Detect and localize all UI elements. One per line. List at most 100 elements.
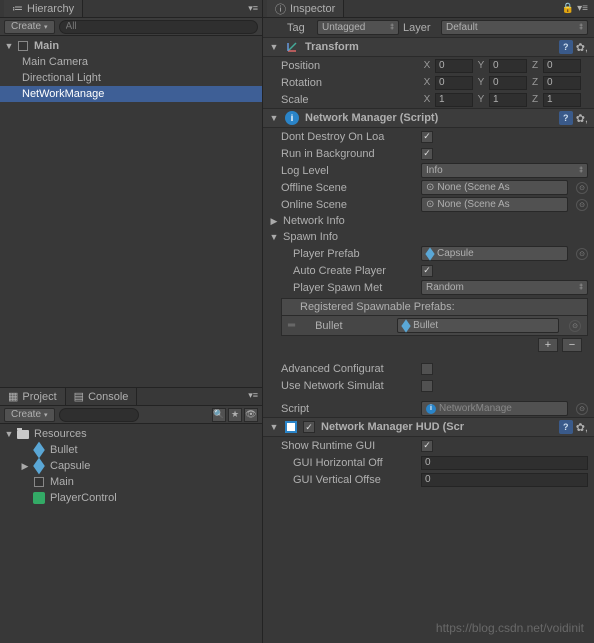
rotation-y-input[interactable]: [489, 76, 527, 90]
gear-icon[interactable]: ✿,: [576, 112, 588, 125]
network-hud-header[interactable]: ▼ ✓ Network Manager HUD (Scr ? ✿,: [263, 417, 594, 437]
online-scene-field[interactable]: ⊙None (Scene As: [421, 197, 568, 212]
help-icon[interactable]: ?: [559, 111, 573, 125]
project-folder-row[interactable]: ▼ Resources: [0, 426, 262, 442]
project-search-input[interactable]: [59, 408, 139, 422]
hierarchy-item[interactable]: Directional Light: [0, 70, 262, 86]
gui-h-offset-input[interactable]: [421, 456, 588, 470]
tag-label: Tag: [287, 22, 313, 34]
help-icon[interactable]: ?: [559, 40, 573, 54]
help-icon[interactable]: ?: [559, 420, 573, 434]
filter-icon[interactable]: 🔍: [212, 408, 226, 422]
create-button[interactable]: Create ▾: [4, 20, 55, 34]
spawn-method-dropdown[interactable]: Random‡: [421, 280, 588, 295]
create-button[interactable]: Create ▾: [4, 408, 55, 422]
gear-icon[interactable]: ✿,: [576, 41, 588, 54]
hierarchy-scene-row[interactable]: ▼ Main: [0, 38, 262, 54]
network-manager-header[interactable]: ▼ i Network Manager (Script) ? ✿,: [263, 108, 594, 128]
foldout-icon[interactable]: ▶: [269, 216, 279, 227]
inspector-icon: ⓘ: [275, 1, 286, 17]
object-picker-icon[interactable]: ⊙: [569, 320, 581, 332]
scale-y-input[interactable]: [489, 93, 527, 107]
show-gui-checkbox[interactable]: ✓: [421, 440, 433, 452]
lock-icon[interactable]: 🔒 ▾≡: [562, 3, 590, 14]
hierarchy-tab[interactable]: ≔ Hierarchy: [4, 0, 83, 17]
hidden-icon[interactable]: 👁: [244, 408, 258, 422]
scale-z-input[interactable]: [543, 93, 581, 107]
spawnable-prefab-field[interactable]: Bullet: [397, 318, 559, 333]
layer-dropdown[interactable]: Default‡: [441, 20, 588, 35]
foldout-icon[interactable]: ▼: [269, 422, 279, 432]
project-tab[interactable]: ▦ Project: [0, 388, 66, 405]
hud-enable-checkbox[interactable]: ✓: [303, 421, 315, 433]
hierarchy-tab-label: Hierarchy: [27, 3, 74, 15]
position-row: Position X Y Z: [263, 57, 594, 74]
script-icon: [32, 491, 46, 505]
hierarchy-tab-bar: ≔ Hierarchy ▾≡: [0, 0, 262, 18]
hierarchy-item-selected[interactable]: NetWorkManage: [0, 86, 262, 102]
spawnable-prefab-row[interactable]: ═ Bullet Bullet ⊙: [281, 316, 588, 336]
project-tree: ▼ Resources Bullet ▶ Capsule Main: [0, 424, 262, 643]
position-x-input[interactable]: [435, 59, 473, 73]
hud-icon: [285, 421, 297, 433]
network-info-foldout[interactable]: ▶ Network Info: [263, 213, 594, 229]
hierarchy-item[interactable]: Main Camera: [0, 54, 262, 70]
rotation-row: Rotation X Y Z: [263, 74, 594, 91]
run-bg-checkbox[interactable]: ✓: [421, 148, 433, 160]
unity-scene-icon: [16, 39, 30, 53]
hierarchy-toolbar: Create ▾: [0, 18, 262, 36]
project-item[interactable]: Main: [0, 474, 262, 490]
dropdown-arrow-icon: ▾: [44, 23, 48, 31]
project-icon: ▦: [8, 390, 18, 403]
scale-x-input[interactable]: [435, 93, 473, 107]
foldout-icon[interactable]: ▼: [4, 41, 14, 51]
hierarchy-search-input[interactable]: [59, 20, 258, 34]
favorite-icon[interactable]: ★: [228, 408, 242, 422]
adv-config-checkbox[interactable]: [421, 363, 433, 375]
rotation-x-input[interactable]: [435, 76, 473, 90]
object-picker-icon[interactable]: ⊙: [576, 248, 588, 260]
position-y-input[interactable]: [489, 59, 527, 73]
spawn-info-foldout[interactable]: ▼ Spawn Info: [263, 229, 594, 245]
scale-row: Scale X Y Z: [263, 91, 594, 108]
foldout-icon[interactable]: ▶: [20, 461, 30, 472]
foldout-icon[interactable]: ▼: [269, 232, 279, 242]
offline-scene-field[interactable]: ⊙None (Scene As: [421, 180, 568, 195]
panel-menu-icon[interactable]: ▾≡: [248, 3, 258, 14]
add-prefab-button[interactable]: +: [538, 338, 558, 352]
dropdown-arrow-icon: ▾: [44, 411, 48, 419]
tag-dropdown[interactable]: Untagged‡: [317, 20, 399, 35]
hierarchy-icon: ≔: [12, 2, 23, 15]
project-item[interactable]: ▶ Capsule: [0, 458, 262, 474]
auto-create-checkbox[interactable]: ✓: [421, 265, 433, 277]
object-picker-icon[interactable]: ⊙: [576, 182, 588, 194]
script-field: iNetworkManage: [421, 401, 568, 416]
unity-scene-icon: [32, 475, 46, 489]
foldout-icon[interactable]: ▼: [269, 113, 279, 123]
gui-v-offset-input[interactable]: [421, 473, 588, 487]
position-z-input[interactable]: [543, 59, 581, 73]
folder-icon: [16, 427, 30, 441]
project-item[interactable]: Bullet: [0, 442, 262, 458]
drag-handle-icon[interactable]: ═: [288, 320, 295, 331]
object-picker-icon[interactable]: ⊙: [576, 403, 588, 415]
project-tab-bar: ▦ Project ▤ Console ▾≡: [0, 388, 262, 406]
panel-menu-icon[interactable]: ▾≡: [244, 388, 262, 405]
inspector-tab[interactable]: ⓘ Inspector: [267, 0, 344, 17]
foldout-icon[interactable]: ▼: [4, 429, 14, 439]
inspector-tab-bar: ⓘ Inspector 🔒 ▾≡: [263, 0, 594, 18]
rotation-z-input[interactable]: [543, 76, 581, 90]
console-tab[interactable]: ▤ Console: [66, 388, 138, 405]
gear-icon[interactable]: ✿,: [576, 421, 588, 434]
use-sim-checkbox[interactable]: [421, 380, 433, 392]
foldout-icon[interactable]: ▼: [269, 42, 279, 52]
remove-prefab-button[interactable]: −: [562, 338, 582, 352]
transform-component-header[interactable]: ▼ Transform ? ✿,: [263, 37, 594, 57]
network-manager-icon: i: [285, 111, 299, 125]
project-item[interactable]: PlayerControl: [0, 490, 262, 506]
dont-destroy-checkbox[interactable]: ✓: [421, 131, 433, 143]
log-level-dropdown[interactable]: Info‡: [421, 163, 588, 178]
script-icon: i: [426, 404, 436, 414]
player-prefab-field[interactable]: Capsule: [421, 246, 568, 261]
object-picker-icon[interactable]: ⊙: [576, 199, 588, 211]
